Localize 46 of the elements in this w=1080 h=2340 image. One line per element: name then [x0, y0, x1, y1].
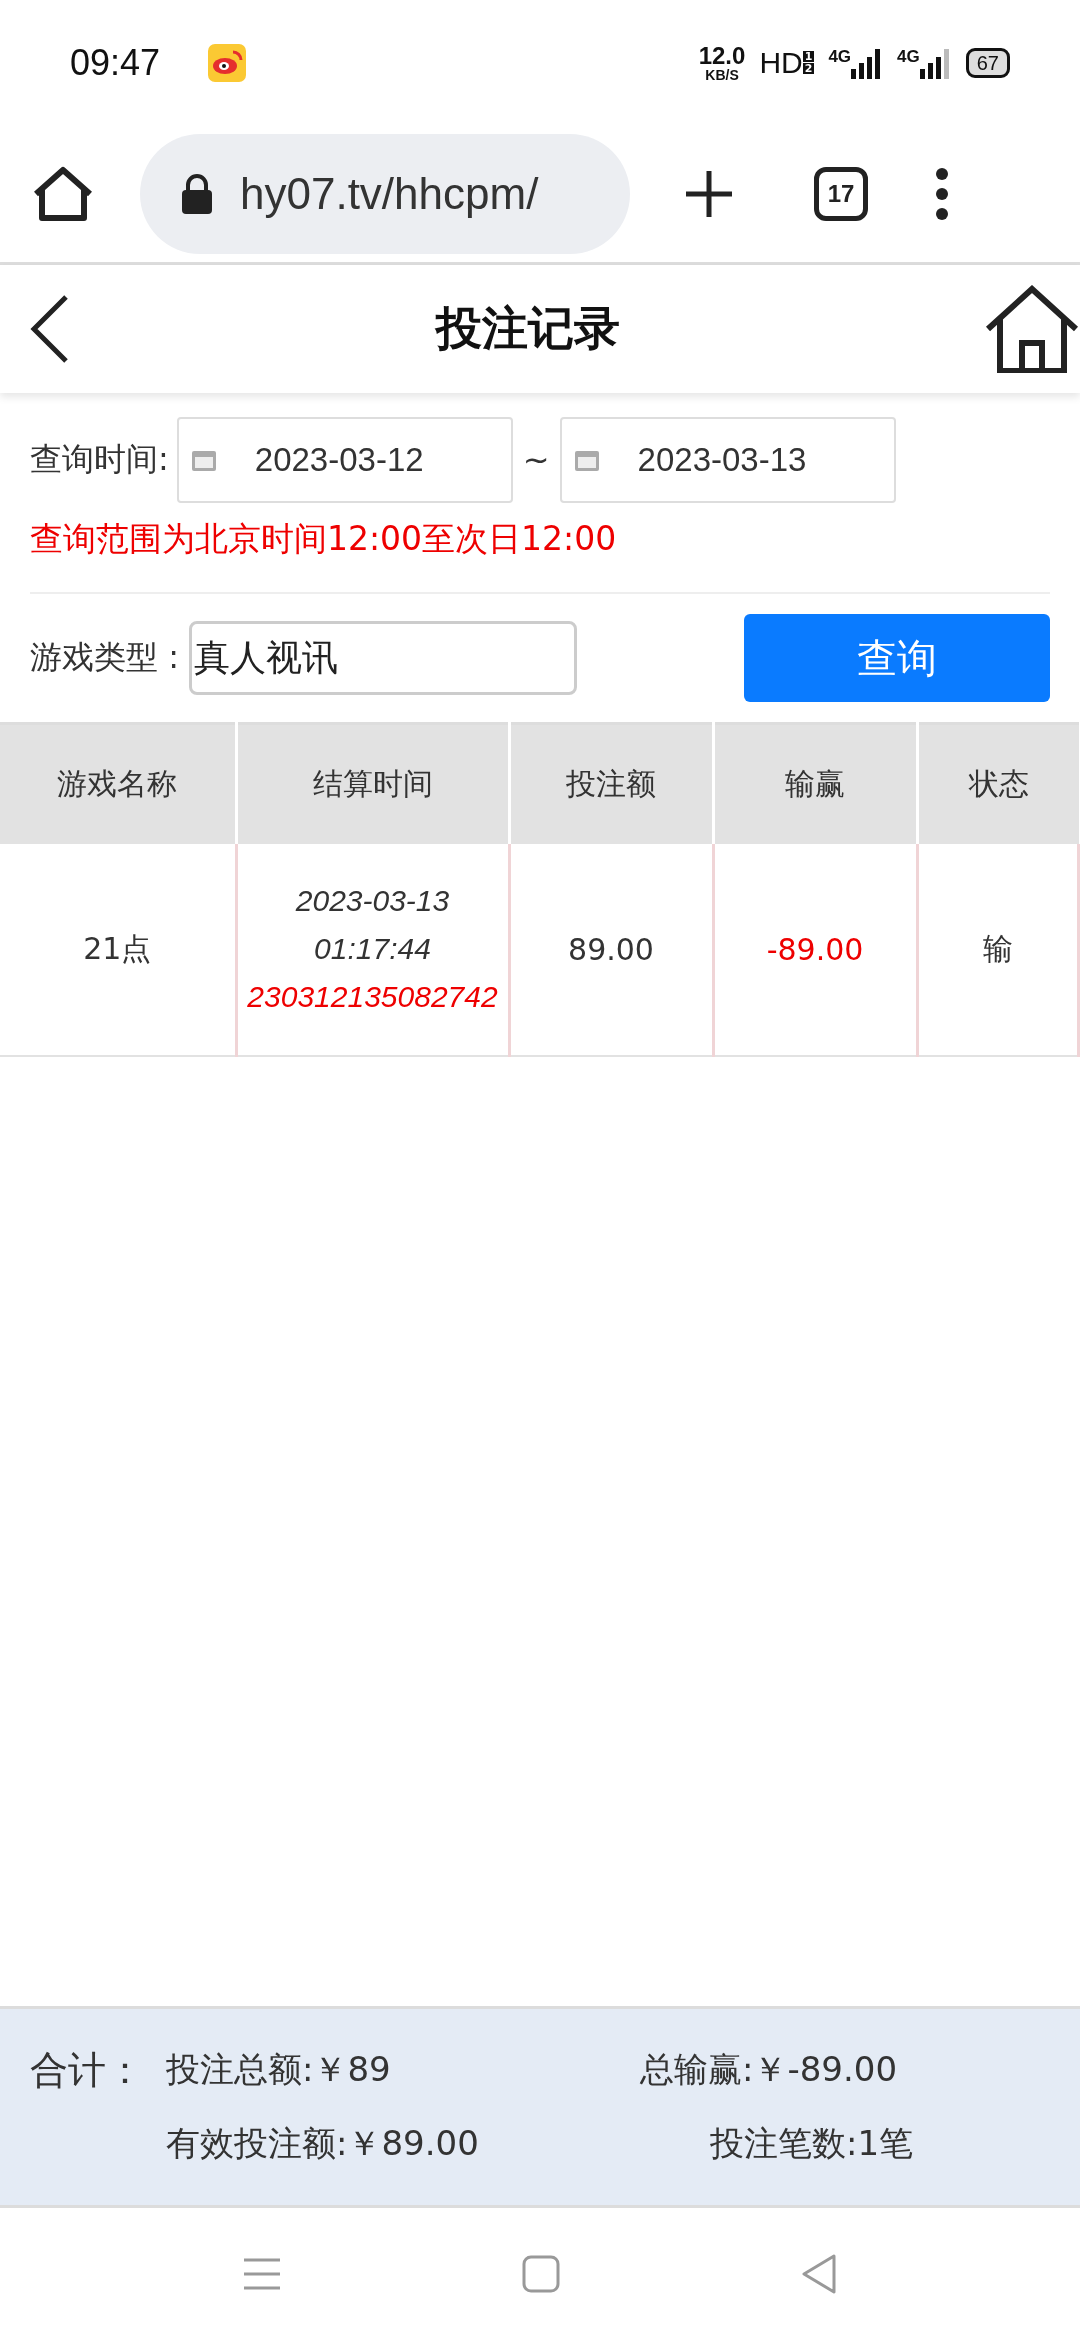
- settle-time: 01:17:44: [314, 931, 431, 967]
- game-type-label: 游戏类型 :: [30, 637, 179, 678]
- settle-date: 2023-03-13: [295, 883, 450, 919]
- url-text: hy07.tv/hhcpm/: [240, 168, 539, 219]
- clock: 09:47: [70, 41, 161, 84]
- start-date-field[interactable]: 2023-03-12: [176, 417, 513, 503]
- game-type-field[interactable]: 真人视讯: [188, 621, 577, 695]
- total-win-loss: 总输赢:￥-89.00: [639, 2048, 898, 2091]
- table-cell: 输: [917, 843, 1079, 1056]
- bet-count: 投注笔数:1笔: [709, 2122, 914, 2165]
- home-button[interactable]: [984, 285, 1080, 373]
- range-note: 查询范围为北京时间12:00至次日12:00: [30, 518, 618, 560]
- network-type: 4G: [897, 46, 920, 67]
- network-speed: 12.0: [698, 43, 746, 68]
- new-tab-button[interactable]: [684, 168, 734, 219]
- network-type: 4G: [828, 46, 852, 67]
- column-header: 游戏名称: [0, 723, 236, 844]
- total-bet: 投注总额:￥89: [166, 2048, 391, 2091]
- valid-bet: 有效投注额:￥89.00: [166, 2122, 479, 2165]
- tab-count-button[interactable]: 17: [814, 166, 868, 221]
- page-title: 投注记录: [436, 300, 620, 357]
- hd-label: HD: [759, 45, 803, 80]
- date-label: 查询时间:: [30, 439, 169, 480]
- column-header: 输赢: [713, 723, 917, 844]
- win-loss-amount: -89.00: [766, 931, 864, 967]
- battery-level: 67: [965, 47, 1010, 78]
- hd-slot: 2: [802, 63, 815, 74]
- order-number: 230312135082742: [247, 979, 498, 1015]
- column-header: 结算时间: [236, 723, 509, 844]
- calendar-icon: [573, 448, 600, 472]
- table-cell: 21点: [0, 843, 236, 1056]
- table-cell: 89.00: [509, 843, 713, 1056]
- lock-icon: [180, 173, 214, 214]
- search-button[interactable]: 查询: [744, 614, 1050, 702]
- signal-icon: [919, 46, 952, 79]
- calendar-icon: [190, 448, 217, 472]
- end-date-field[interactable]: 2023-03-13: [559, 417, 896, 503]
- hd-slot: 1: [802, 51, 815, 62]
- summary-label: 合计：: [30, 2046, 145, 2094]
- range-separator: ~: [522, 441, 550, 479]
- address-bar[interactable]: hy07.tv/hhcpm/: [140, 133, 630, 254]
- speed-unit: KB/S: [705, 67, 739, 82]
- column-header: 状态: [917, 723, 1079, 844]
- menu-button[interactable]: [934, 165, 950, 222]
- column-header: 投注额: [509, 723, 713, 844]
- app-notification-icon: [208, 43, 247, 82]
